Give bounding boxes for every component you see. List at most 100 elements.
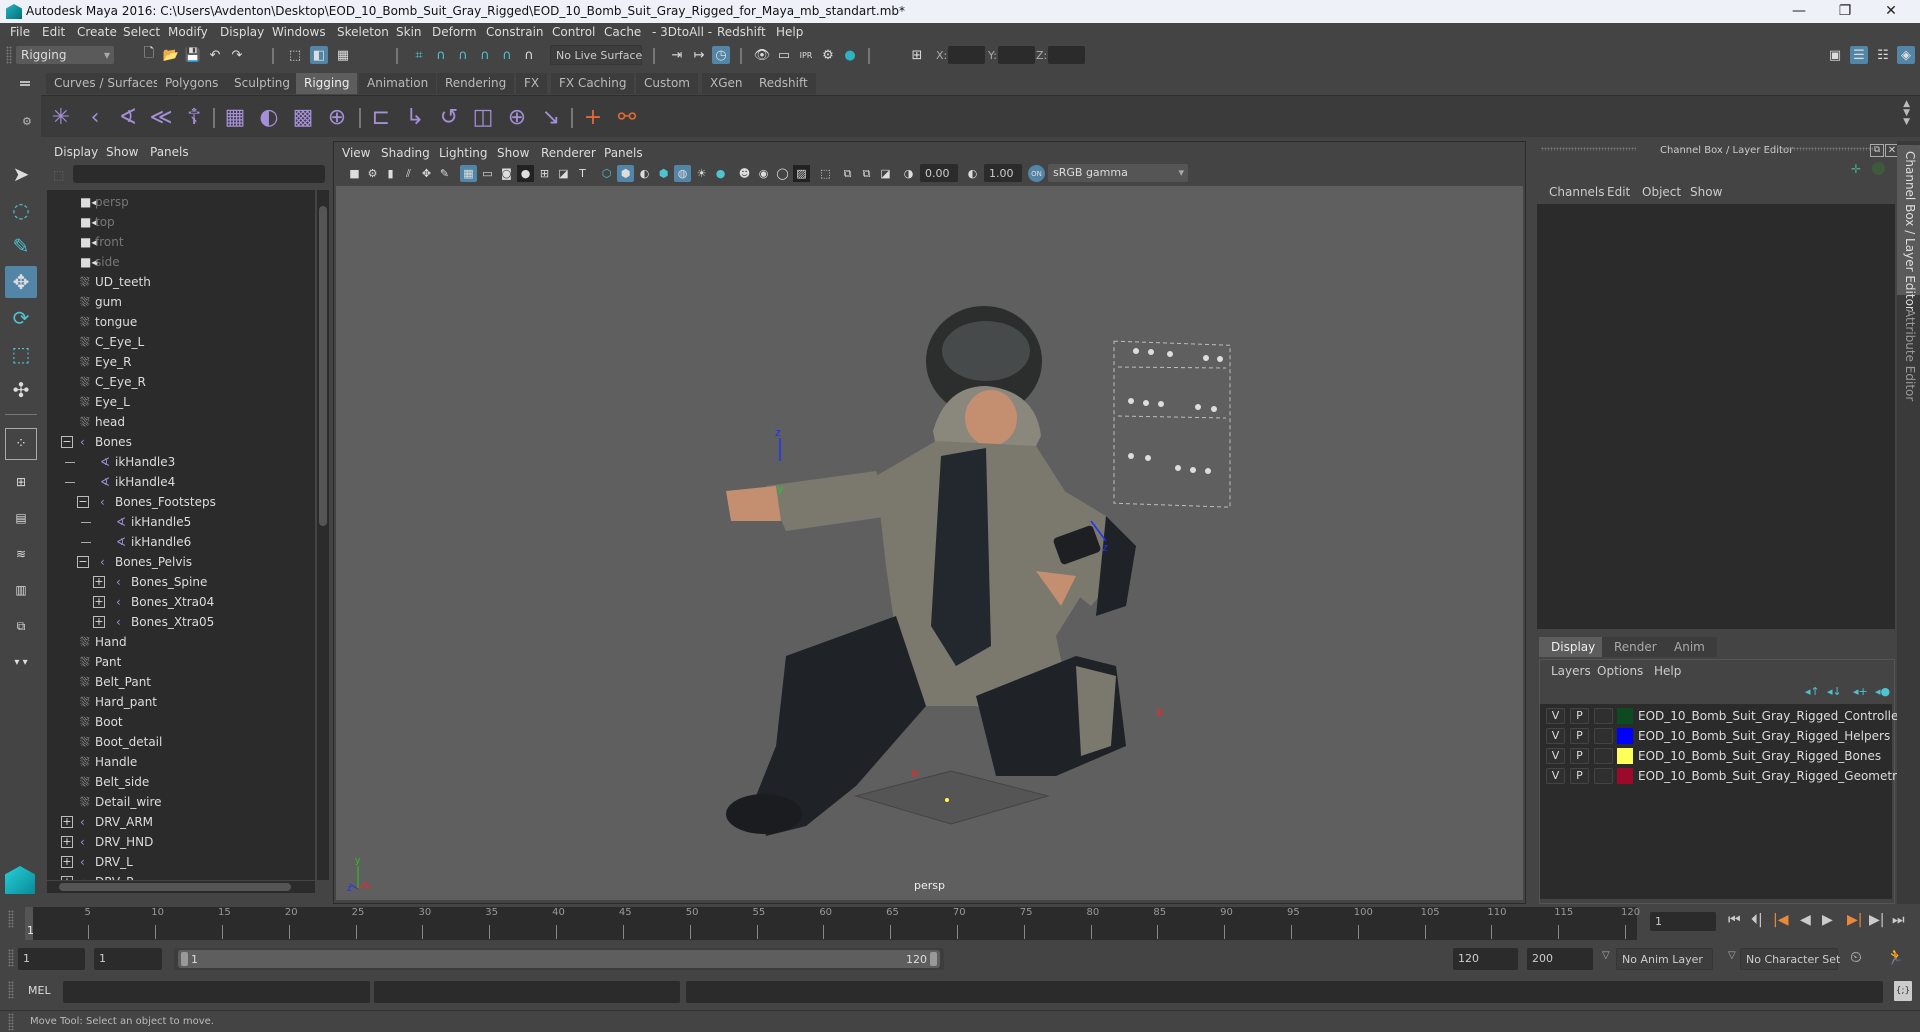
- playback-end-input[interactable]: 120: [1453, 948, 1518, 970]
- open-scene-icon[interactable]: 📂: [162, 46, 180, 64]
- orient-constraint-icon[interactable]: ↺: [435, 103, 463, 131]
- close-button[interactable]: ✕: [1868, 0, 1914, 23]
- shelf-tab-sculpting[interactable]: Sculpting: [226, 73, 299, 94]
- shadows-icon[interactable]: ●: [712, 165, 729, 182]
- script-editor-icon[interactable]: {;}: [1894, 981, 1912, 1001]
- select-camera-icon[interactable]: ■: [346, 165, 363, 182]
- xray-icon[interactable]: ⧉: [839, 165, 856, 182]
- grease-pencil-icon[interactable]: ✎: [436, 165, 453, 182]
- expand-icon[interactable]: +: [61, 856, 73, 868]
- menu-help[interactable]: Help: [776, 25, 803, 39]
- lasso-tool-icon[interactable]: ◌: [5, 194, 37, 226]
- expand-icon[interactable]: +: [93, 576, 105, 588]
- menu-cache[interactable]: Cache: [604, 25, 641, 39]
- range-start-handle[interactable]: [181, 952, 188, 966]
- parent-constraint-icon[interactable]: ⊏: [367, 103, 395, 131]
- 2d-pan-zoom-icon[interactable]: ✥: [418, 165, 435, 182]
- layer-tab-anim[interactable]: Anim: [1662, 637, 1717, 657]
- layer-display-type-toggle[interactable]: [1594, 708, 1613, 724]
- bind-skin-icon[interactable]: ◐: [255, 103, 283, 131]
- viewport-menu-panels[interactable]: Panels: [604, 146, 643, 160]
- live-surface-field[interactable]: No Live Surface: [550, 45, 642, 65]
- shelf-tab-fx[interactable]: FX: [516, 73, 548, 94]
- viewport-menu-show[interactable]: Show: [497, 146, 529, 160]
- menu-skin[interactable]: Skin: [396, 25, 422, 39]
- transform-constraint-icon[interactable]: ⊞: [908, 46, 926, 64]
- shelf-tab-fx-caching[interactable]: FX Caching: [551, 73, 635, 94]
- save-scene-icon[interactable]: 💾: [184, 46, 202, 64]
- range-slider-grip[interactable]: [8, 949, 14, 967]
- layer-playback-toggle[interactable]: P: [1570, 708, 1589, 724]
- last-tool-icon[interactable]: ✣: [5, 374, 37, 406]
- shelf-menu-icon[interactable]: [20, 81, 30, 83]
- scale-tool-icon[interactable]: ⬚: [5, 338, 37, 370]
- outliner-item[interactable]: ■◂ front: [47, 232, 315, 252]
- grid-icon[interactable]: ▦: [460, 165, 477, 182]
- locator-icon[interactable]: +: [579, 103, 607, 131]
- wireframe-on-shaded-icon[interactable]: ⬢: [655, 165, 672, 182]
- outliner-item[interactable]: + ‹ Bones_Spine: [47, 572, 315, 592]
- outliner-item[interactable]: ⛆ Hard_pant: [47, 692, 315, 712]
- render-view-icon[interactable]: 👁: [753, 46, 771, 64]
- new-scene-icon[interactable]: 🗋: [140, 46, 158, 64]
- layer-row[interactable]: V P EOD_10_Bomb_Suit_Gray_Rigged_Bones: [1540, 746, 1892, 766]
- field-chart-icon[interactable]: ⊞: [536, 165, 553, 182]
- outliner-vertical-scrollbar[interactable]: [317, 190, 329, 880]
- menu-edit[interactable]: Edit: [42, 25, 65, 39]
- y-input[interactable]: [998, 46, 1035, 64]
- anti-aliasing-icon[interactable]: ◯: [774, 165, 791, 182]
- isolate-select-icon[interactable]: ⬚: [817, 165, 834, 182]
- collapse-icon[interactable]: −: [77, 496, 89, 508]
- paint-skin-weights-icon[interactable]: ▦: [221, 103, 249, 131]
- image-plane-icon[interactable]: ⫽: [400, 165, 417, 182]
- outliner-persp-layout-icon[interactable]: ▤: [5, 502, 37, 534]
- motion-blur-icon[interactable]: ◉: [755, 165, 772, 182]
- move-layer-down-icon[interactable]: ◂↓: [1827, 685, 1842, 698]
- ipr-render-icon[interactable]: IPR: [797, 46, 815, 64]
- step-back-key-button[interactable]: |◀: [1773, 912, 1788, 928]
- custom-layout-dropdowns-icon[interactable]: ▾ ▾: [5, 646, 37, 678]
- make-live-icon[interactable]: ∩: [520, 46, 538, 64]
- redo-icon[interactable]: ↷: [228, 46, 246, 64]
- viewport-menu-lighting[interactable]: Lighting: [439, 146, 488, 160]
- layer-color-swatch[interactable]: [1617, 728, 1633, 744]
- layer-row[interactable]: V P EOD_10_Bomb_Suit_Gray_Rigged_Geometry: [1540, 766, 1904, 786]
- channel-box-toggle-icon[interactable]: ◈: [1897, 46, 1915, 64]
- layer-tab-display[interactable]: Display: [1539, 637, 1608, 657]
- scale-constraint-icon[interactable]: ◫: [469, 103, 497, 131]
- outliner-item[interactable]: + ‹ DRV_ARM: [47, 812, 315, 832]
- ik-spline-icon[interactable]: ≪: [147, 103, 175, 131]
- menu-windows[interactable]: Windows: [272, 25, 326, 39]
- x-input[interactable]: [948, 46, 985, 64]
- help-line-grip[interactable]: [8, 1013, 14, 1031]
- time-slider[interactable]: 1 5 10 15 20 25 30 35 40 45 50 55 60 65 70 75 80 85 90 95 1…: [25, 907, 1640, 940]
- shelf-scroll-arrows-icon[interactable]: ▲ ▼ ▼: [1903, 100, 1910, 127]
- graph-editor-layout-icon[interactable]: ≋: [5, 538, 37, 570]
- menu-modify[interactable]: Modify: [168, 25, 208, 39]
- layer-color-swatch[interactable]: [1617, 708, 1633, 724]
- menu-3dtoall[interactable]: - 3DtoAll -: [652, 25, 712, 39]
- outliner-item[interactable]: ⛆ Hand: [47, 632, 315, 652]
- rotate-tool-icon[interactable]: ⟳: [5, 302, 37, 334]
- layer-playback-toggle[interactable]: P: [1570, 768, 1589, 784]
- outliner-item[interactable]: − ‹ Bones: [47, 432, 315, 452]
- minimize-button[interactable]: —: [1776, 0, 1822, 23]
- outliner-item[interactable]: + ‹ Bones_Xtra05: [47, 612, 315, 632]
- menu-select[interactable]: Select: [123, 25, 160, 39]
- layer-visibility-toggle[interactable]: V: [1546, 748, 1565, 764]
- parent-icon[interactable]: ⚯: [613, 103, 641, 131]
- outliner-item[interactable]: ⛆ Eye_L: [47, 392, 315, 412]
- outliner-item[interactable]: ⛆ Boot: [47, 712, 315, 732]
- key-status-icon[interactable]: [1872, 162, 1885, 175]
- outliner-menu-display[interactable]: Display: [54, 145, 98, 159]
- play-backwards-button[interactable]: ◀: [1800, 912, 1811, 928]
- outliner-item[interactable]: ⛆ Pant: [47, 652, 315, 672]
- shelf-tab-xgen[interactable]: XGen: [702, 73, 751, 94]
- snap-to-curve-icon[interactable]: ∩: [432, 46, 450, 64]
- hypershade-icon[interactable]: ●: [841, 46, 859, 64]
- move-layer-up-icon[interactable]: ◂↑: [1805, 685, 1820, 698]
- attribute-editor-toggle-icon[interactable]: ☰: [1850, 46, 1868, 64]
- layer-visibility-toggle[interactable]: V: [1546, 768, 1565, 784]
- use-all-lights-icon[interactable]: ☀: [693, 165, 710, 182]
- default-material-icon[interactable]: ◐: [636, 165, 653, 182]
